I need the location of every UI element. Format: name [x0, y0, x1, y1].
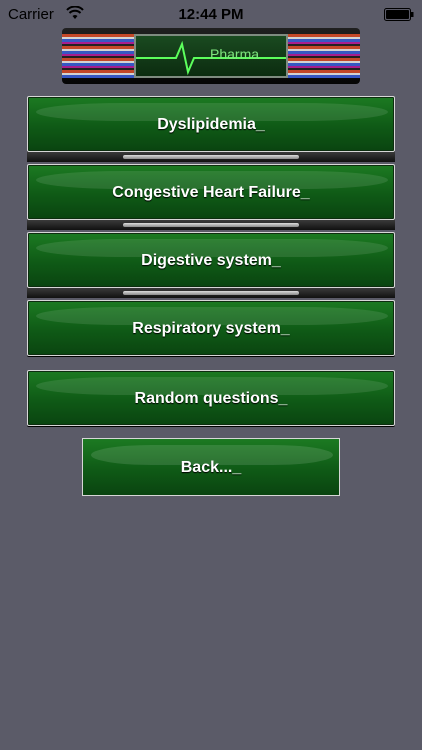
battery-icon	[384, 8, 414, 21]
logo-screen: Pharma	[134, 34, 288, 78]
connector-divider	[27, 152, 395, 162]
menu-button-respiratory-system[interactable]: Respiratory system_	[27, 300, 395, 356]
status-bar: Carrier 12:44 PM	[0, 0, 422, 30]
cable-decoration-right	[286, 34, 360, 78]
menu-button-label: Dyslipidemia_	[157, 116, 265, 133]
menu-button-digestive-system[interactable]: Digestive system_	[27, 232, 395, 288]
back-button[interactable]: Back..._	[82, 438, 340, 496]
menu-button-random-questions[interactable]: Random questions_	[27, 370, 395, 426]
logo-text: Pharma	[210, 46, 260, 62]
menu-button-label: Respiratory system_	[132, 320, 290, 337]
app-header-logo: Pharma	[62, 28, 360, 84]
cable-decoration-left	[62, 34, 136, 78]
connector-divider	[27, 288, 395, 298]
back-button-label: Back..._	[180, 459, 242, 476]
menu-button-label: Random questions_	[134, 390, 288, 407]
menu-button-label: Congestive Heart Failure_	[112, 184, 310, 201]
menu-button-dyslipidemia[interactable]: Dyslipidemia_	[27, 96, 395, 152]
status-time: 12:44 PM	[178, 6, 244, 23]
menu-button-congestive-heart-failure[interactable]: Congestive Heart Failure_	[27, 164, 395, 220]
menu-button-label: Digestive system_	[141, 252, 281, 269]
connector-divider	[27, 220, 395, 230]
